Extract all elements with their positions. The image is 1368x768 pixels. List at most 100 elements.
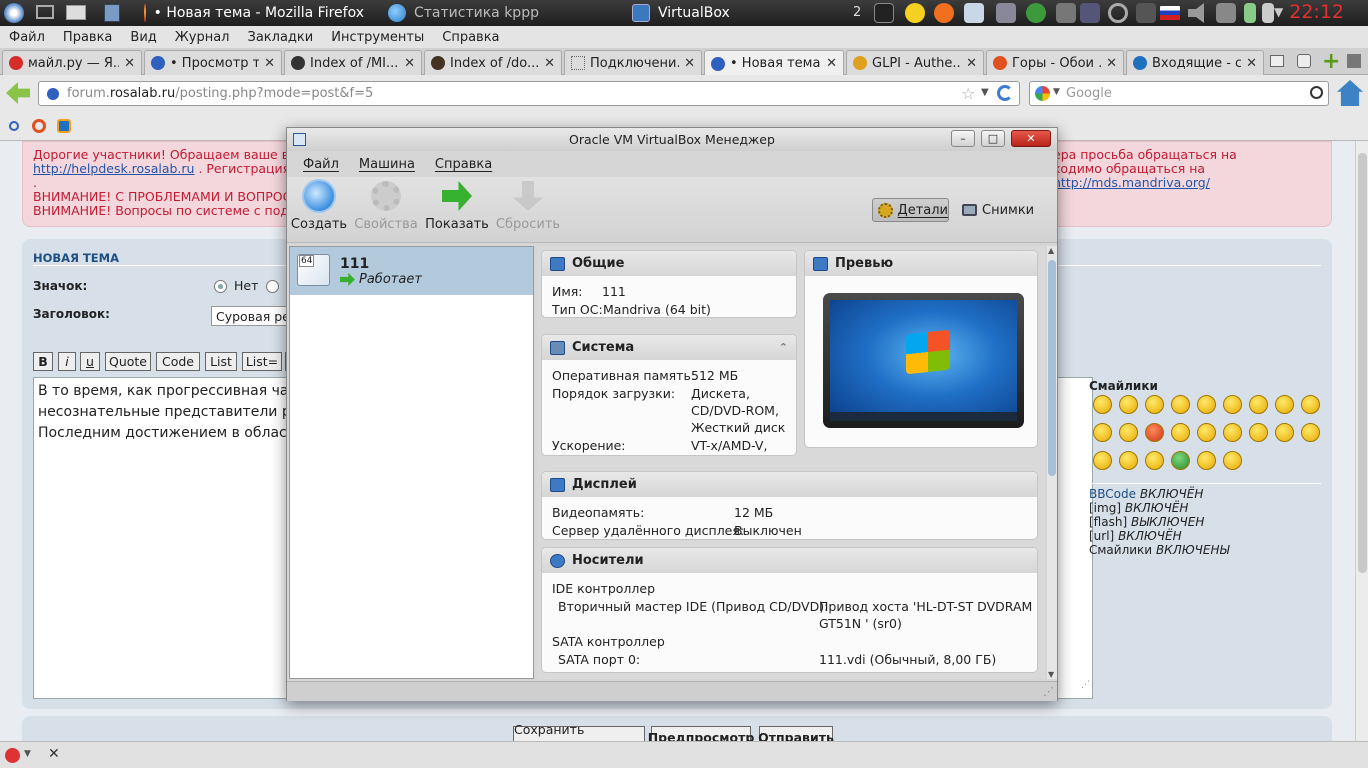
tools-icon[interactable] [1056, 3, 1076, 23]
settings-button[interactable]: Свойства [351, 181, 421, 232]
scroll-thumb[interactable] [1048, 260, 1056, 476]
smiley-idea-icon[interactable] [1093, 451, 1112, 470]
smiley-rolleyes-icon[interactable] [1249, 423, 1268, 442]
mail-bookmark-icon[interactable] [57, 119, 71, 133]
maximize-button[interactable]: □ [981, 130, 1005, 147]
tab-mail-ru[interactable]: майл.ру — Я... ✕ [2, 50, 142, 75]
disk-icon[interactable] [104, 4, 120, 22]
tab-groups-icon[interactable] [1297, 54, 1311, 68]
underline-button[interactable]: u [80, 352, 100, 371]
menu-history[interactable]: Журнал [166, 30, 239, 45]
refresh-icon[interactable] [1108, 3, 1128, 23]
tab-glpi[interactable]: GLPI - Authe... ✕ [846, 50, 984, 75]
scissors-icon[interactable] [1136, 3, 1156, 23]
preview-button[interactable]: Предпросмотр [648, 726, 754, 741]
quote-button[interactable]: Quote [105, 352, 151, 371]
tab-mountains[interactable]: Горы - Обои ... ✕ [986, 50, 1124, 75]
smiley-twisted-icon[interactable] [1223, 423, 1242, 442]
volume-icon[interactable] [1188, 3, 1204, 23]
smiley-grin-icon[interactable] [1119, 395, 1138, 414]
smiley-confused-icon[interactable] [1249, 395, 1268, 414]
home-icon[interactable] [1337, 80, 1363, 106]
mds-link[interactable]: http://mds.mandriva.org/ [1053, 175, 1210, 190]
target-bookmark-icon[interactable] [32, 119, 46, 133]
close-icon[interactable]: ✕ [404, 56, 415, 71]
menu-file[interactable]: Файл [0, 30, 54, 45]
smiley-surprised-icon[interactable] [1197, 395, 1216, 414]
close-icon[interactable]: ✕ [966, 56, 977, 71]
close-icon[interactable]: ✕ [124, 56, 135, 71]
show-button[interactable]: Показать [422, 181, 492, 232]
tab-connection[interactable]: Подключени... ✕ [564, 50, 702, 75]
window-titlebar[interactable]: Oracle VM VirtualBox Менеджер – □ ✕ [287, 128, 1057, 151]
webcam-icon[interactable] [964, 3, 984, 23]
list-numbered-button[interactable]: List= [242, 352, 282, 371]
vm-list-item[interactable]: 64 111 Работает [290, 247, 533, 295]
search-bar[interactable]: ▼ Google [1029, 81, 1329, 106]
resize-grip-icon[interactable]: ⋰ [1081, 675, 1090, 696]
details-button[interactable]: Детали [872, 198, 949, 222]
menu-file[interactable]: Файл [293, 157, 349, 172]
url-bar[interactable]: forum. rosalab.ru/posting.php?mode=post&f… [38, 81, 1020, 106]
smiley-happy-icon[interactable] [1171, 395, 1190, 414]
smiley-angry-icon[interactable] [1145, 423, 1164, 442]
site-identity-icon[interactable] [47, 87, 59, 100]
collapse-icon[interactable]: ⌃ [779, 341, 788, 354]
code-button[interactable]: Code [156, 352, 200, 371]
menu-bookmarks[interactable]: Закладки [239, 30, 323, 45]
updates-globe-icon[interactable] [1026, 3, 1046, 23]
close-icon[interactable]: ✕ [1246, 56, 1257, 71]
save-draft-button[interactable]: Сохранить черновик [513, 722, 645, 741]
discard-button[interactable]: Сбросить [493, 181, 563, 232]
general-header[interactable]: Общие [542, 251, 796, 276]
details-scrollbar[interactable]: ▲ ▼ [1047, 246, 1057, 679]
close-addonbar-icon[interactable]: ✕ [48, 746, 60, 762]
google-icon[interactable] [1035, 86, 1050, 101]
submit-button[interactable]: Отправить [758, 726, 834, 741]
reload-icon[interactable] [997, 85, 1013, 101]
clock[interactable]: 22:12 [1289, 1, 1344, 23]
icon-none-radio[interactable] [214, 280, 227, 293]
files-icon[interactable] [66, 5, 86, 20]
chevron-down-icon[interactable]: ▼ [1274, 5, 1283, 19]
vm-list[interactable]: 64 111 Работает [289, 246, 534, 679]
drive-icon[interactable] [1080, 3, 1100, 23]
tab-view-topic[interactable]: • Просмотр т... ✕ [144, 50, 282, 75]
display-header[interactable]: Дисплей [542, 472, 1037, 497]
smiley-cool-icon[interactable] [1275, 395, 1294, 414]
close-icon[interactable]: ✕ [544, 56, 555, 71]
tab-index-do[interactable]: Index of /do... ✕ [424, 50, 562, 75]
resize-grip-icon[interactable]: ⋰ [1043, 685, 1054, 698]
task-kppp[interactable]: Статистика kppp [380, 0, 616, 26]
smiley-wink-icon[interactable] [1145, 395, 1164, 414]
scroll-up-icon[interactable]: ▲ [1048, 246, 1054, 255]
close-icon[interactable]: ✕ [684, 56, 695, 71]
smiley-laugh-icon[interactable] [1093, 395, 1112, 414]
create-button[interactable]: Создать [284, 181, 354, 232]
network-icon[interactable] [996, 3, 1016, 23]
rosa-bookmark-icon[interactable] [9, 121, 19, 131]
close-icon[interactable]: ✕ [826, 56, 837, 71]
smiley-eek-icon[interactable] [1223, 395, 1242, 414]
menu-help[interactable]: Справка [425, 157, 502, 172]
usb-icon[interactable] [1216, 3, 1236, 23]
menu-edit[interactable]: Правка [54, 30, 121, 45]
smiley-exclaim-icon[interactable] [1275, 423, 1294, 442]
show-desktop-icon[interactable] [36, 5, 54, 19]
smiley-tongue-icon[interactable] [1301, 395, 1320, 414]
tab-index-mi[interactable]: Index of /MI... ✕ [284, 50, 422, 75]
smiley-mad-icon[interactable] [1093, 423, 1112, 442]
tab-menu-icon[interactable] [1347, 54, 1361, 68]
close-icon[interactable]: ✕ [1106, 56, 1117, 71]
history-dropdown-icon[interactable]: ▼ [981, 87, 989, 98]
tab-inbox[interactable]: Входящие - с... ✕ [1126, 50, 1264, 75]
chevron-down-icon[interactable]: ▼ [1053, 87, 1060, 97]
close-icon[interactable]: ✕ [264, 56, 275, 71]
italic-button[interactable]: i [58, 352, 76, 371]
bookmark-star-icon[interactable]: ☆ [961, 84, 975, 103]
kde-launcher-icon[interactable] [4, 3, 24, 23]
menu-tools[interactable]: Инструменты [322, 30, 433, 45]
menu-view[interactable]: Вид [121, 30, 165, 45]
smiley-razz-icon[interactable] [1119, 423, 1138, 442]
smiley-cry-icon[interactable] [1171, 423, 1190, 442]
